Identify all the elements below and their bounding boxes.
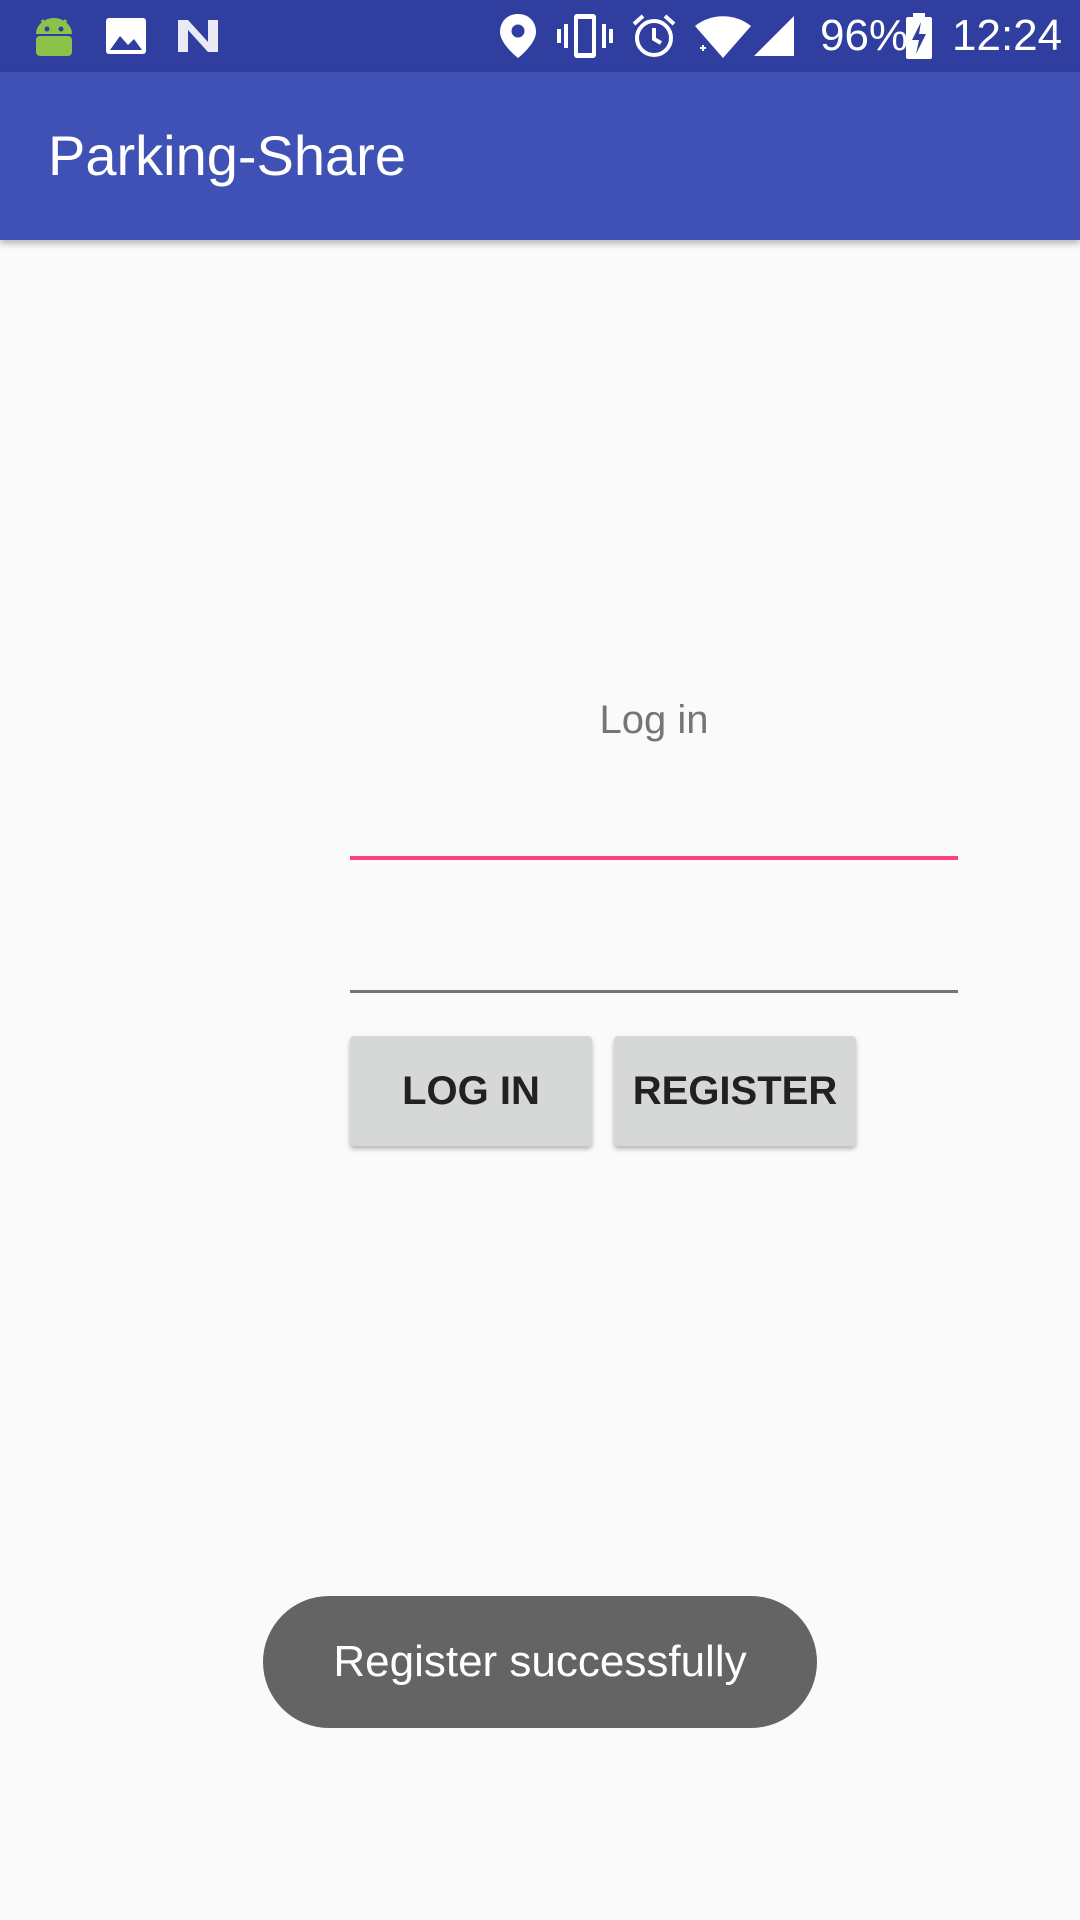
alarm-icon [632, 14, 676, 57]
android-icon [36, 18, 72, 56]
battery-charging-icon [906, 13, 932, 59]
clock-time: 12:24 [952, 11, 1063, 60]
cell-signal-icon [754, 16, 794, 56]
wifi-icon [695, 16, 751, 58]
toast-message: Register successfully [263, 1596, 817, 1728]
status-bar: 96% 12:24 [0, 0, 1080, 72]
battery-percentage: 96% [820, 11, 909, 60]
app-title: Parking-Share [48, 124, 406, 187]
image-icon [106, 18, 146, 54]
app-bar: Parking-Share [0, 72, 1080, 240]
register-button[interactable]: REGISTER [614, 1036, 856, 1146]
login-heading: Log in [599, 698, 709, 742]
password-field[interactable] [350, 913, 958, 993]
location-pin-icon [500, 14, 536, 58]
vibrate-icon [557, 14, 613, 58]
n-icon [178, 20, 218, 52]
username-field[interactable] [350, 780, 958, 860]
login-button[interactable]: LOG IN [350, 1036, 592, 1146]
